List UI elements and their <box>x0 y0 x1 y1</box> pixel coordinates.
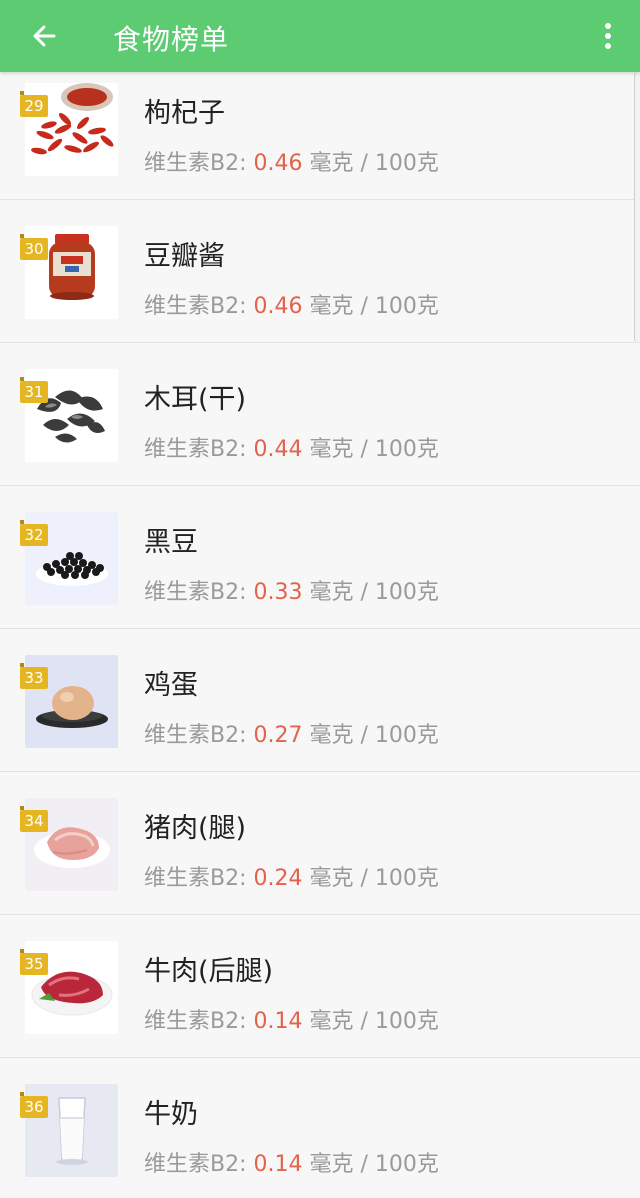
list-item[interactable]: 34 猪肉(腿) 维生素B2: 0.24 毫克 / 100克 <box>0 772 640 915</box>
page-title: 食物榜单 <box>113 23 230 56</box>
list-item[interactable]: 29 枸杞子 维生素B2: 0.46 毫克 / 100克 <box>0 57 640 200</box>
nutrient-label: 维生素B2: <box>144 437 247 462</box>
rank-badge: 34 <box>20 806 48 832</box>
app-bar: 食物榜单 <box>0 0 640 72</box>
food-name: 牛肉(后腿) <box>144 956 274 987</box>
arrow-left-icon <box>33 25 56 47</box>
nutrient-unit: 毫克 / 100克 <box>309 1152 439 1177</box>
list-item[interactable]: 31 木耳(干) 维生素B2: 0.44 毫克 / 100克 <box>0 343 640 486</box>
nutrient-unit: 毫克 / 100克 <box>309 866 439 891</box>
food-name: 木耳(干) <box>144 384 247 415</box>
nutrient-value: 0.46 <box>253 294 303 319</box>
nutrient-value: 0.46 <box>253 151 303 176</box>
nutrient-line: 维生素B2: 0.24 毫克 / 100克 <box>144 860 439 892</box>
nutrient-line: 维生素B2: 0.46 毫克 / 100克 <box>144 145 439 177</box>
rank-badge: 35 <box>20 949 48 975</box>
nutrient-line: 维生素B2: 0.14 毫克 / 100克 <box>144 1146 439 1178</box>
nutrient-label: 维生素B2: <box>144 866 247 891</box>
rank-badge: 30 <box>20 234 48 260</box>
nutrient-label: 维生素B2: <box>144 580 247 605</box>
nutrient-unit: 毫克 / 100克 <box>309 723 439 748</box>
nutrient-unit: 毫克 / 100克 <box>309 1009 439 1034</box>
nutrient-unit: 毫克 / 100克 <box>309 294 439 319</box>
nutrient-unit: 毫克 / 100克 <box>309 151 439 176</box>
nutrient-line: 维生素B2: 0.14 毫克 / 100克 <box>144 1003 439 1035</box>
list-item[interactable]: 35 牛肉(后腿) 维生素B2: 0.14 毫克 / 100克 <box>0 915 640 1058</box>
nutrient-label: 维生素B2: <box>144 1009 247 1034</box>
more-options-button[interactable] <box>596 16 620 56</box>
nutrient-unit: 毫克 / 100克 <box>309 580 439 605</box>
food-name: 枸杞子 <box>144 98 225 129</box>
nutrient-value: 0.27 <box>253 723 303 748</box>
nutrient-value: 0.44 <box>253 437 303 462</box>
more-vert-icon <box>605 23 611 29</box>
back-button[interactable] <box>24 16 64 56</box>
nutrient-label: 维生素B2: <box>144 1152 247 1177</box>
nutrient-line: 维生素B2: 0.33 毫克 / 100克 <box>144 574 439 606</box>
food-name: 黑豆 <box>144 527 198 558</box>
rank-badge: 33 <box>20 663 48 689</box>
list-item[interactable]: 32 黑豆 维生素B2: 0.33 毫克 / 100克 <box>0 486 640 629</box>
food-list: 29 枸杞子 维生素B2: 0.46 毫克 / 100克 30 豆瓣酱 维生素B… <box>0 57 640 1198</box>
nutrient-label: 维生素B2: <box>144 151 247 176</box>
food-name: 牛奶 <box>144 1099 198 1130</box>
nutrient-line: 维生素B2: 0.27 毫克 / 100克 <box>144 717 439 749</box>
food-name: 猪肉(腿) <box>144 813 247 844</box>
list-item[interactable]: 36 牛奶 维生素B2: 0.14 毫克 / 100克 <box>0 1058 640 1198</box>
nutrient-line: 维生素B2: 0.44 毫克 / 100克 <box>144 431 439 463</box>
rank-badge: 36 <box>20 1092 48 1118</box>
nutrient-value: 0.33 <box>253 580 303 605</box>
rank-badge: 32 <box>20 520 48 546</box>
nutrient-unit: 毫克 / 100克 <box>309 437 439 462</box>
nutrient-label: 维生素B2: <box>144 294 247 319</box>
list-item[interactable]: 33 鸡蛋 维生素B2: 0.27 毫克 / 100克 <box>0 629 640 772</box>
list-item[interactable]: 30 豆瓣酱 维生素B2: 0.46 毫克 / 100克 <box>0 200 640 343</box>
food-name: 鸡蛋 <box>144 670 198 701</box>
food-name: 豆瓣酱 <box>144 241 225 272</box>
nutrient-value: 0.14 <box>253 1009 303 1034</box>
rank-badge: 31 <box>20 377 48 403</box>
nutrient-line: 维生素B2: 0.46 毫克 / 100克 <box>144 288 439 320</box>
nutrient-value: 0.24 <box>253 866 303 891</box>
nutrient-value: 0.14 <box>253 1152 303 1177</box>
nutrient-label: 维生素B2: <box>144 723 247 748</box>
scrollbar[interactable] <box>634 72 640 342</box>
rank-badge: 29 <box>20 91 48 117</box>
